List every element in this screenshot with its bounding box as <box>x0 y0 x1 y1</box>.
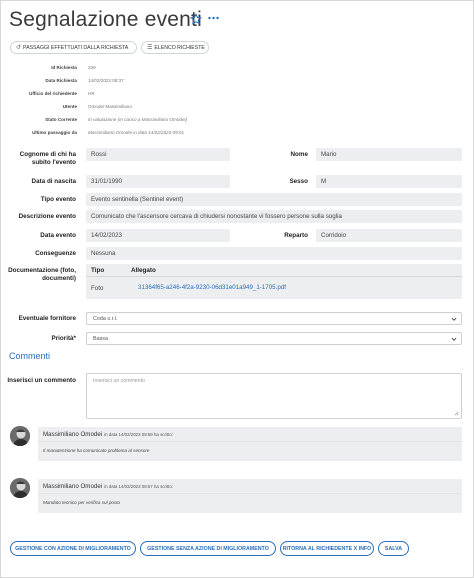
nome-label: Nome <box>290 151 309 158</box>
documentazione-label: Documentazione (foto, documenti) <box>8 267 76 282</box>
doc-row-tipo: Foto <box>91 285 104 292</box>
comment-header: Massimiliano Omodei in data 14/02/2023 0… <box>38 427 462 441</box>
data-nascita-label: Data di nascita <box>31 178 76 185</box>
list-icon: ☰ <box>147 45 153 51</box>
comment-date: in data 14/02/2023 08:59 ha scritto: <box>104 431 173 437</box>
required-mark: * <box>73 335 76 342</box>
data-nascita-field: 31/01/1990 <box>86 175 230 188</box>
resize-grip-icon[interactable] <box>454 411 459 416</box>
conseguenze-field: Nessuna <box>86 247 462 260</box>
fornitore-value: Coda s.r.l. <box>93 315 118 322</box>
comment-text: Il manutenzione ha comunicato problema a… <box>38 441 462 461</box>
comment-author: Massimiliano Omodei <box>43 482 103 490</box>
comment-placeholder: Inserisci un commento <box>93 378 145 384</box>
gestione-senza-azione-button[interactable]: GESTIONE SENZA AZIONE DI MIGLIORAMENTO <box>140 541 276 556</box>
cognome-field: Rossi <box>86 148 230 161</box>
tipo-evento-field: Evento sentinella (Sentinel event) <box>86 193 462 206</box>
elenco-label: ELENCO RICHIESTE <box>154 44 205 51</box>
ritorna-richiedente-button[interactable]: RITORNA AL RICHIEDENTE X INFO <box>280 541 374 556</box>
salva-button[interactable]: SALVA <box>378 541 409 556</box>
doc-col-allegato: Allegato <box>131 267 156 274</box>
fornitore-label: Eventuale fornitore <box>18 315 76 322</box>
comment-header: Massimiliano Omodei in data 14/02/2023 0… <box>38 479 462 493</box>
more-options-icon[interactable] <box>208 14 219 22</box>
data-evento-field: 14/02/2023 <box>86 229 230 242</box>
history-icon: ↺ <box>16 45 22 51</box>
avatar <box>10 478 30 498</box>
nome-field: Mario <box>316 148 462 161</box>
conseguenze-label: Conseguenze <box>35 250 76 257</box>
priorita-value: Bassa <box>93 335 108 342</box>
gestione-azione-miglioramento-button[interactable]: GESTIONE CON AZIONE DI MIGLIORAMENTO <box>10 541 136 556</box>
page-title: Segnalazione eventi <box>9 8 202 31</box>
comment-text: Mandato tecnico per verifica sul posto <box>38 493 462 513</box>
sesso-field: M <box>316 175 462 188</box>
data-evento-label: Data evento <box>40 232 76 239</box>
comment-textarea[interactable]: Inserisci un commento <box>86 373 462 419</box>
meta-label-utente: Utente <box>62 104 77 109</box>
comment-input-label: Inserisci un commento <box>7 377 76 384</box>
fornitore-select[interactable]: Coda s.r.l. <box>86 312 462 325</box>
doc-col-tipo: Tipo <box>91 267 105 274</box>
avatar <box>10 426 30 446</box>
descrizione-field: Comunicato che l'ascensore cercava di ch… <box>86 210 462 223</box>
comment-author: Massimiliano Omodei <box>43 430 103 438</box>
meta-value-data: 14/02/2023 08:37 <box>88 78 124 83</box>
comments-section-title: Commenti <box>9 351 51 361</box>
reparto-label: Reparto <box>284 232 308 239</box>
priorita-select[interactable]: Bassa <box>86 332 462 345</box>
reparto-field: Corridoio <box>316 229 462 242</box>
comment-date: in data 14/02/2023 08:57 ha scritto: <box>104 483 173 489</box>
cognome-label: Cognome di chi ha subito l'evento <box>19 151 76 166</box>
meta-label-id: Id Richiesta <box>51 65 77 70</box>
descrizione-label: Descrizione evento <box>18 213 76 220</box>
sesso-label: Sesso <box>289 178 308 185</box>
passaggi-button[interactable]: ↺ PASSAGGI EFFETTUATI DALLA RICHIESTA <box>10 41 137 54</box>
meta-label-data: Data Richiesta <box>45 78 77 83</box>
meta-value-ultimo: Massimiliano Omodei in data 14/02/2023 0… <box>88 130 185 135</box>
priorita-label: Priorità* <box>4 335 77 343</box>
meta-label-stato: Stato Corrente <box>45 117 77 122</box>
meta-value-id: 339 <box>88 65 96 70</box>
tipo-evento-label: Tipo evento <box>40 196 76 203</box>
meta-label-ultimo: Ultimo passaggio da <box>32 130 77 135</box>
priorita-label-text: Priorità <box>51 335 74 342</box>
doc-attachment-link[interactable]: 31364f65-a246-4f2a-9230-06d31e01a949_1-1… <box>138 284 286 291</box>
meta-value-utente: Omodei Massimiliano <box>88 104 132 109</box>
chevron-down-icon <box>451 337 457 341</box>
meta-value-stato: In valutazione (In carico a Massimiliano… <box>88 117 188 122</box>
doc-divider <box>86 276 462 277</box>
star-icon[interactable] <box>190 13 202 25</box>
meta-value-ufficio: HR <box>88 91 95 96</box>
meta-label-ufficio: Ufficio del richiedente <box>29 91 77 96</box>
chevron-down-icon <box>451 317 457 321</box>
documentazione-table: Tipo Allegato Foto 31364f65-a246-4f2a-92… <box>86 264 462 299</box>
elenco-richieste-button[interactable]: ☰ ELENCO RICHIESTE <box>141 41 209 54</box>
passaggi-label: PASSAGGI EFFETTUATI DALLA RICHIESTA <box>23 44 129 51</box>
